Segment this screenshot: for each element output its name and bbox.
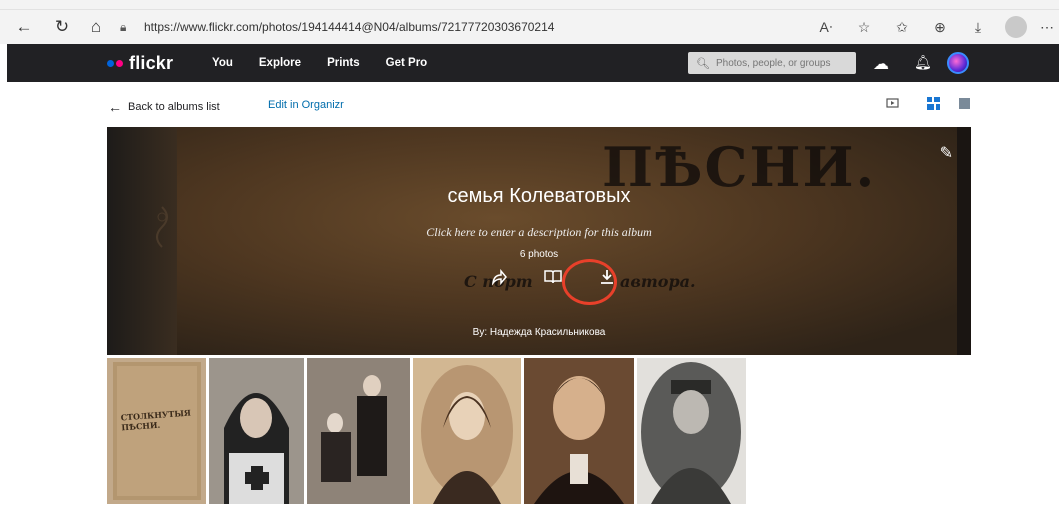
logo-text: flickr (129, 53, 174, 73)
album-cover: ПѢСНИ. С порт автора. семья Колеватовых … (107, 127, 971, 355)
more-icon[interactable]: ⋯ (1035, 19, 1059, 36)
address-bar[interactable]: 🔒︎ https://www.flickr.com/photos/1941444… (120, 14, 810, 40)
flickr-logo[interactable]: flickr (107, 53, 173, 74)
album-title[interactable]: семья Колеватовых (107, 185, 971, 208)
edit-in-organizr-link[interactable]: Edit in Organizr (268, 99, 344, 111)
photo-1[interactable]: СТОЛКНУТЫЯ ПѢСНИ. (107, 358, 206, 504)
grid-view-icon[interactable] (927, 97, 940, 110)
photo-count: 6 photos (519, 249, 559, 260)
profile-icon[interactable] (1005, 16, 1027, 38)
browser-top-strip (0, 0, 1059, 10)
main-nav: You Explore Prints Get Pro (212, 57, 453, 69)
browser-actions: Aᐧ ☆ ✩ ⊕ ⤓ ⋯ (807, 10, 1059, 44)
photo-3[interactable] (307, 358, 410, 504)
upload-icon[interactable]: ☁ (873, 54, 889, 74)
pencil-icon[interactable]: ✎ (940, 143, 953, 163)
single-view-icon[interactable] (958, 97, 971, 110)
slideshow-icon[interactable] (886, 97, 899, 110)
collections-icon[interactable]: ⊕ (921, 19, 959, 36)
logo-pink-dot (116, 60, 123, 67)
album-description[interactable]: Click here to enter a description for th… (107, 225, 971, 240)
album-byline[interactable]: By: Надежда Красильникова (107, 327, 971, 338)
read-aloud-icon[interactable]: Aᐧ (807, 19, 845, 36)
cover-ornament (156, 206, 168, 248)
logo-blue-dot (107, 60, 114, 67)
nav-you[interactable]: You (212, 57, 233, 69)
download-icon[interactable]: ⤓ (959, 19, 997, 36)
search-box[interactable]: 🔍︎ (688, 52, 856, 74)
lock-icon: 🔒︎ (120, 20, 127, 34)
nav-get-pro[interactable]: Get Pro (386, 57, 428, 69)
search-input[interactable] (715, 57, 846, 69)
search-icon: 🔍︎ (696, 57, 710, 70)
bell-icon[interactable]: 🔔︎ (914, 54, 932, 71)
download-highlight-circle (562, 259, 617, 305)
nav-prints[interactable]: Prints (327, 57, 360, 69)
reload-icon[interactable]: ↻ (50, 15, 74, 39)
album-subnav: ← Back to albums list Edit in Organizr (0, 82, 1059, 127)
cover-edge-left (107, 127, 177, 355)
favorites-icon[interactable]: ✩ (883, 19, 921, 36)
avatar[interactable] (947, 52, 969, 74)
photo-5[interactable] (524, 358, 634, 504)
photo-4[interactable] (413, 358, 521, 504)
photo-2[interactable] (209, 358, 304, 504)
nav-explore[interactable]: Explore (259, 57, 301, 69)
back-to-albums-link[interactable]: ← Back to albums list (108, 99, 220, 115)
browser-toolbar: ← ↻ ⌂ 🔒︎ https://www.flickr.com/photos/1… (0, 10, 1059, 44)
back-label: Back to albums list (128, 101, 220, 113)
photo-6[interactable] (637, 358, 746, 504)
share-icon[interactable] (472, 268, 526, 290)
back-arrow-icon: ← (108, 99, 122, 115)
favorite-icon[interactable]: ☆ (845, 19, 883, 36)
home-icon[interactable]: ⌂ (84, 15, 108, 39)
flickr-header: flickr You Explore Prints Get Pro 🔍︎ ☁ 🔔… (7, 44, 1059, 82)
cover-edge-right (957, 127, 971, 355)
back-icon[interactable]: ← (12, 15, 36, 39)
url-text: https://www.flickr.com/photos/194144414@… (144, 20, 555, 34)
